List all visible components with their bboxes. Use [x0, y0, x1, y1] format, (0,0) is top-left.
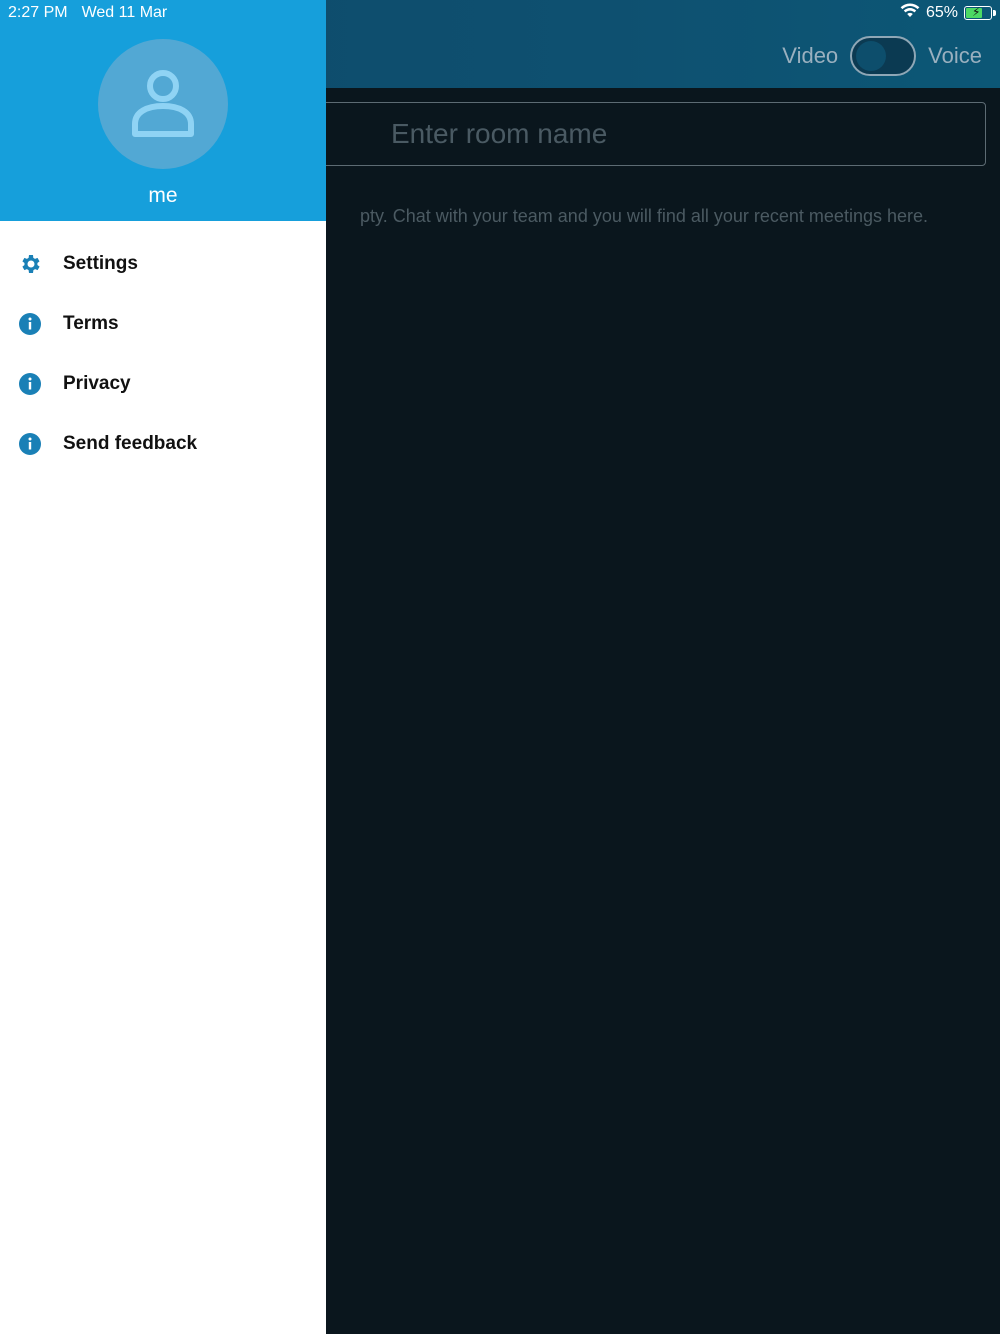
bolt-icon: ⚡ [972, 5, 981, 19]
menu-item-label: Terms [63, 313, 119, 334]
room-name-input[interactable] [300, 102, 986, 166]
drawer-header: 2:27 PM Wed 11 Mar me [0, 0, 326, 221]
menu-item-send-feedback[interactable]: Send feedback [0, 414, 326, 474]
status-bar-right: 65% ⚡ [900, 2, 996, 24]
toggle-knob [856, 41, 887, 71]
battery-percent: 65% [925, 4, 958, 21]
side-drawer: 2:27 PM Wed 11 Mar me Settings Terms Pri… [0, 0, 326, 1334]
info-icon [18, 432, 42, 456]
menu-item-terms[interactable]: Terms [0, 294, 326, 354]
info-icon [18, 372, 42, 396]
menu-item-label: Send feedback [63, 433, 198, 454]
avatar[interactable] [98, 39, 228, 169]
battery-charging-icon: ⚡ [964, 5, 996, 20]
menu-item-label: Privacy [63, 373, 131, 394]
status-bar-left: 2:27 PM Wed 11 Mar [8, 4, 167, 22]
voice-label: Voice [928, 43, 982, 68]
video-voice-toggle[interactable] [850, 36, 917, 76]
gear-icon [18, 252, 42, 276]
video-label: Video [782, 43, 839, 68]
menu-item-settings[interactable]: Settings [0, 234, 326, 294]
user-icon [132, 70, 194, 137]
status-time: 2:27 PM [8, 4, 68, 21]
menu-item-privacy[interactable]: Privacy [0, 354, 326, 414]
mode-switch: Video Voice [782, 36, 982, 76]
user-name: me [148, 184, 178, 207]
status-date: Wed 11 Mar [81, 4, 168, 21]
wifi-icon [900, 2, 920, 24]
info-icon [18, 312, 42, 336]
menu-item-label: Settings [63, 253, 138, 274]
drawer-menu: Settings Terms Privacy Send feedback [0, 234, 326, 474]
